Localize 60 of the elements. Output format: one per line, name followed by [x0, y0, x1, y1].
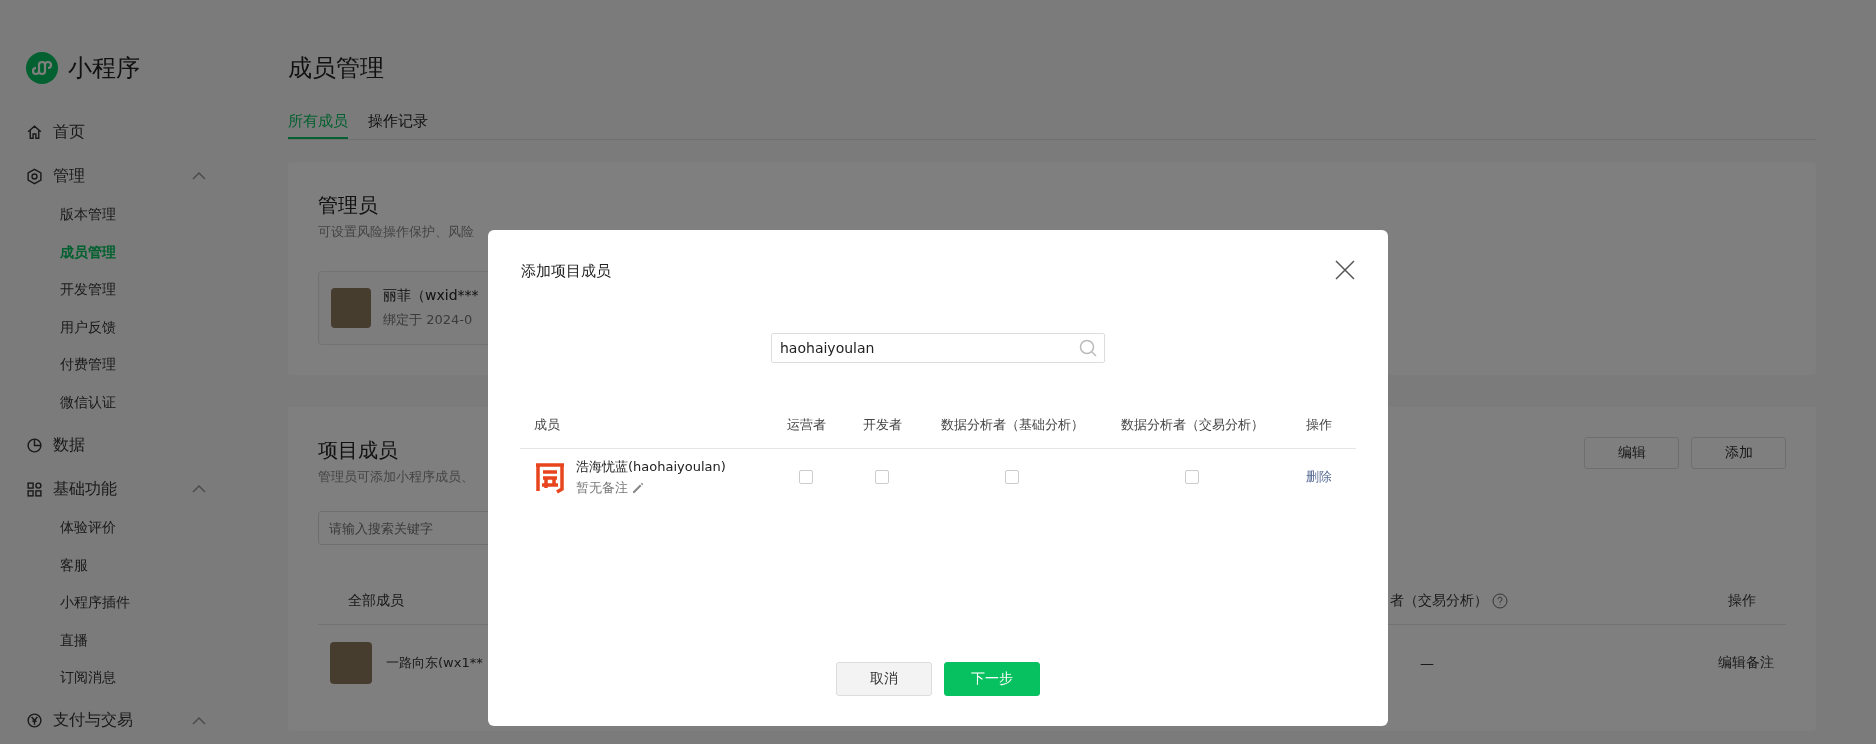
- edit-note-link[interactable]: 编辑备注: [1676, 654, 1786, 672]
- cancel-button[interactable]: 取消: [836, 662, 932, 696]
- column-header: 开发者: [862, 416, 902, 432]
- nav-subitem[interactable]: 直播: [26, 621, 270, 659]
- column-header: 者（交易分析）: [1390, 591, 1488, 610]
- column-header: 运营者: [786, 416, 826, 432]
- member-note: 暂无备注: [576, 478, 628, 497]
- settings-icon: [26, 167, 43, 185]
- yen-icon: [26, 712, 43, 729]
- nav-subitem[interactable]: 开发管理: [26, 271, 270, 309]
- chevron-icon[interactable]: [192, 485, 206, 493]
- search-field[interactable]: haohaiyoulan: [771, 333, 1105, 363]
- nav-item[interactable]: 支付与交易: [53, 710, 182, 731]
- role-checkbox[interactable]: [799, 470, 813, 484]
- photo-placeholder: [330, 642, 372, 684]
- grid-icon: [26, 480, 43, 498]
- action-button[interactable]: 添加: [1691, 437, 1786, 469]
- close-button[interactable]: [1334, 258, 1356, 281]
- nav-subitem[interactable]: 订阅消息: [26, 659, 270, 697]
- nav-item[interactable]: 管理: [53, 165, 182, 187]
- nav-item[interactable]: 数据: [53, 434, 206, 456]
- role-checkbox[interactable]: [1185, 470, 1199, 484]
- nav-subitem[interactable]: 版本管理: [26, 196, 270, 234]
- column-header: 操作: [1306, 416, 1332, 432]
- card-title: 项目成员: [318, 437, 399, 464]
- nav-subitem[interactable]: 用户反馈: [26, 308, 270, 346]
- chevron-icon[interactable]: [192, 172, 206, 180]
- action-button[interactable]: 编辑: [1584, 437, 1679, 469]
- nav-subitem[interactable]: 体验评价: [26, 509, 270, 547]
- column-header: 操作: [1728, 591, 1756, 610]
- column-header: 全部成员: [348, 591, 404, 610]
- bound-date: 绑定于 2024-0: [383, 311, 474, 329]
- admin-name: 丽菲（wxid***: [383, 287, 479, 305]
- member-name: 浩海忧蓝(haohaiyoulan): [576, 457, 726, 476]
- next-button[interactable]: 下一步: [944, 662, 1040, 696]
- home-icon: [26, 123, 43, 141]
- pie-chart-icon: [26, 436, 43, 454]
- card-title: 管理员: [318, 192, 379, 219]
- nav-item[interactable]: 首页: [53, 121, 206, 143]
- brand-name: 小程序: [68, 53, 140, 84]
- role-checkbox[interactable]: [1005, 470, 1019, 484]
- nav-item[interactable]: 基础功能: [53, 478, 182, 500]
- logo-icon: [26, 52, 58, 84]
- table-cell-text: —: [1420, 655, 1435, 671]
- search-icon: [1079, 339, 1097, 357]
- page-title: 成员管理: [288, 53, 385, 84]
- role-checkbox[interactable]: [875, 470, 889, 484]
- nav-subitem[interactable]: 客服: [26, 546, 270, 584]
- delete-link[interactable]: 删除: [1282, 468, 1356, 486]
- dialog-title: 添加项目成员: [521, 262, 611, 281]
- nav-subitem[interactable]: 付费管理: [26, 346, 270, 384]
- tab[interactable]: 操作记录: [368, 112, 428, 139]
- chevron-icon[interactable]: [192, 716, 206, 725]
- column-header: 成员: [534, 416, 560, 432]
- column-header: 数据分析者（交易分析）: [1120, 416, 1264, 432]
- photo-placeholder: [331, 288, 371, 328]
- pencil-icon[interactable]: [632, 481, 644, 494]
- nav-subitem[interactable]: 小程序插件: [26, 584, 270, 622]
- column-header: 数据分析者（基础分析）: [940, 416, 1084, 432]
- nav-subitem[interactable]: 微信认证: [26, 383, 270, 421]
